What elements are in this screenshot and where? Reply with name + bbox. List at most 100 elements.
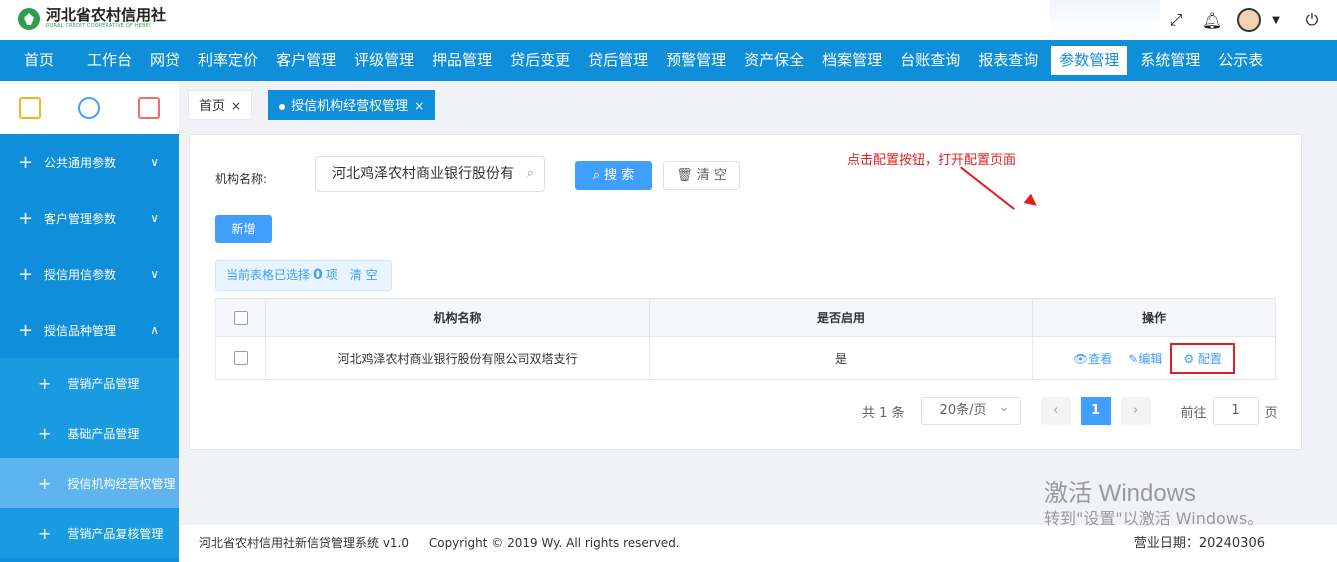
page-size-select[interactable]: 20条/页 [920,395,1021,425]
nav-item[interactable]: 贷后变更 [501,40,579,81]
power-icon[interactable]: ⏻ [1301,9,1323,31]
sidebar-sub-item[interactable]: + 营销产品复核管理 [0,508,179,558]
page-suffix: 页 [1264,405,1278,421]
tab-label: 首页 [199,99,226,114]
page-number[interactable]: 1 [1080,397,1111,425]
plus-icon: + [38,523,52,543]
plus-icon: + [38,423,52,443]
sidebar: + 公共通用参数 ∨ + 客户管理参数 ∨ + 授信用信参数 ∨ + 授信品种管理 ∧ + 营销产品管理 +… [0,134,179,562]
tab-home[interactable]: 首页 × [188,90,253,120]
selection-info: 当前表格已选择 0 项清 空 [215,260,392,291]
selection-clear-link[interactable]: 清 空 [350,268,378,282]
search-button[interactable]: ⌕ 搜 索 [575,161,652,190]
gear-icon: ⚙ [1183,351,1198,366]
plus-icon: + [38,373,52,393]
org-name-label: 机构名称: [215,172,268,186]
goto-page-input[interactable]: 1 [1212,397,1259,425]
search-button-label: 搜 索 [604,168,635,183]
plus-icon: + [18,319,34,341]
bell-icon[interactable]: 🔔︎ [1201,9,1223,31]
row-check-cell [216,337,266,379]
close-icon[interactable]: × [231,99,241,113]
nav-item[interactable]: 资产保全 [735,40,813,81]
header-ops: 操作 [1141,311,1166,325]
view-label: 查看 [1088,351,1113,366]
sidebar-sub-item[interactable]: + 营销产品管理 [0,358,179,408]
sidebar-sub-item[interactable]: + 基础产品管理 [0,408,179,458]
nav-item[interactable]: 报表查询 [969,40,1047,81]
business-date: 营业日期：20240306 [1133,536,1265,551]
avatar[interactable] [1237,8,1261,32]
plus-icon: + [18,263,34,285]
nav-item[interactable]: 贷后管理 [579,40,657,81]
chevron-icon: ∨ [150,211,159,225]
nav-item[interactable]: 押品管理 [423,40,501,81]
watermark-line2: 转到"设置"以激活 Windows。 [1044,509,1264,528]
next-page-button[interactable]: › [1120,397,1151,425]
goto-label: 前往 [1180,405,1207,421]
header-enabled: 是否启用 [650,299,1033,336]
search-icon: ⌕ [592,168,605,183]
nav-item[interactable]: 网贷 [141,40,189,81]
windows-activation-watermark: 激活 Windows 转到"设置"以激活 Windows。 [1044,480,1263,530]
document-icon[interactable] [18,96,41,119]
tab-bar: 首页 × 授信机构经营权管理 × [188,90,436,120]
user-icon[interactable] [78,96,101,119]
select-all-cell [216,299,266,336]
nav-item[interactable]: 利率定价 [189,40,267,81]
clear-button-label: 清 空 [696,168,727,183]
clear-button[interactable]: 🗑︎ 清 空 [663,161,740,190]
sidebar-group-label: 授信用信参数 [44,267,117,282]
config-label: 配置 [1197,351,1222,366]
org-name-value: 河北鸡泽农村商业银行股份有 [332,166,514,182]
nav-item[interactable]: 首页 [0,40,78,81]
sidebar-group[interactable]: + 授信品种管理 ∧ [0,302,179,358]
sidebar-sub-item[interactable]: + 授信机构经营权管理 [0,458,179,508]
sidebar-toolbar [0,81,179,134]
nav-item[interactable]: 档案管理 [813,40,891,81]
org-name-input[interactable]: 河北鸡泽农村商业银行股份有 ⌕ [315,156,545,192]
select-all-checkbox[interactable] [233,310,248,325]
view-button[interactable]: 👁︎查看 [1073,350,1112,367]
report-icon[interactable] [138,96,161,119]
pager-total: 共 1 条 [862,405,905,421]
config-button[interactable]: ⚙ 配置 [1170,342,1235,374]
nav-item[interactable]: 参数管理 [1051,46,1128,75]
nav-item[interactable]: 台账查询 [891,40,969,81]
table-row: 河北鸡泽农村商业银行股份有限公司双塔支行 是 👁︎查看 ✎编辑 ⚙ 配置 [216,337,1275,379]
sidebar-group-label: 公共通用参数 [44,155,117,170]
sidebar-group[interactable]: + 公共通用参数 ∨ [0,134,179,190]
nav-item[interactable]: 公示表 [1209,40,1272,81]
sidebar-group-label: 授信品种管理 [44,323,117,338]
table-header: 机构名称 是否启用 操作 [216,299,1275,337]
selection-suffix: 项 [325,268,338,282]
edit-button[interactable]: ✎编辑 [1128,350,1162,367]
sidebar-group[interactable]: + 授信用信参数 ∨ [0,246,179,302]
header-org-name: 机构名称 [266,299,650,336]
nav-item[interactable]: 预警管理 [657,40,735,81]
trash-icon: 🗑︎ [676,168,697,183]
close-icon[interactable]: × [414,99,424,113]
add-button[interactable]: 新增 [215,215,272,243]
tab-org-permission[interactable]: 授信机构经营权管理 × [268,90,436,120]
nav-item[interactable]: 评级管理 [345,40,423,81]
row-checkbox[interactable] [233,351,248,365]
watermark-line1: 激活 Windows [1044,480,1197,507]
nav-item[interactable]: 客户管理 [267,40,345,81]
logo-name-en: RURAL CREDIT COOPERATIVE OF HEBEI [46,23,151,29]
annotation-text: 点击配置按钮，打开配置页面 [847,153,1017,168]
nav-item[interactable]: 系统管理 [1131,40,1209,81]
nav-item[interactable]: 工作台 [78,40,141,81]
pagination: 共 1 条 20条/页 ‹ 1 › 前往 1 页 [862,395,1278,425]
logo-name-cn: 河北省农村信用社 [46,6,167,24]
sidebar-group[interactable]: + 客户管理参数 ∨ [0,190,179,246]
chevron-down-icon[interactable]: ▼ [1265,9,1287,31]
fullscreen-icon[interactable]: ⤢ [1165,9,1187,31]
prev-page-button[interactable]: ‹ [1040,397,1071,425]
chevron-icon: ∧ [150,323,159,337]
content-card: 机构名称: 河北鸡泽农村商业银行股份有 ⌕ ⌕ 搜 索 🗑︎ 清 空 新增 当前… [189,134,1302,450]
sidebar-group-label: 客户管理参数 [44,211,117,226]
cell-ops: 👁︎查看 ✎编辑 ⚙ 配置 [1033,337,1275,379]
chevron-icon: ∨ [150,267,159,281]
chevron-icon: ∨ [150,155,159,169]
